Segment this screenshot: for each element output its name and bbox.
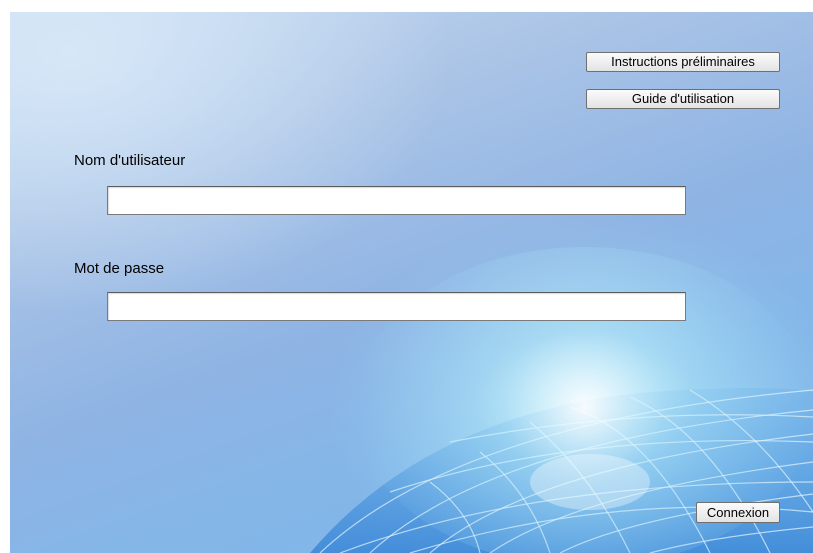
login-screen: Instructions préliminaires Guide d'utili… — [10, 12, 813, 553]
username-input[interactable] — [107, 186, 686, 215]
instructions-button[interactable]: Instructions préliminaires — [586, 52, 780, 72]
password-input[interactable] — [107, 292, 686, 321]
login-button[interactable]: Connexion — [696, 502, 780, 523]
password-label: Mot de passe — [74, 260, 165, 277]
user-guide-button[interactable]: Guide d'utilisation — [586, 89, 780, 109]
username-label: Nom d'utilisateur — [74, 152, 186, 169]
